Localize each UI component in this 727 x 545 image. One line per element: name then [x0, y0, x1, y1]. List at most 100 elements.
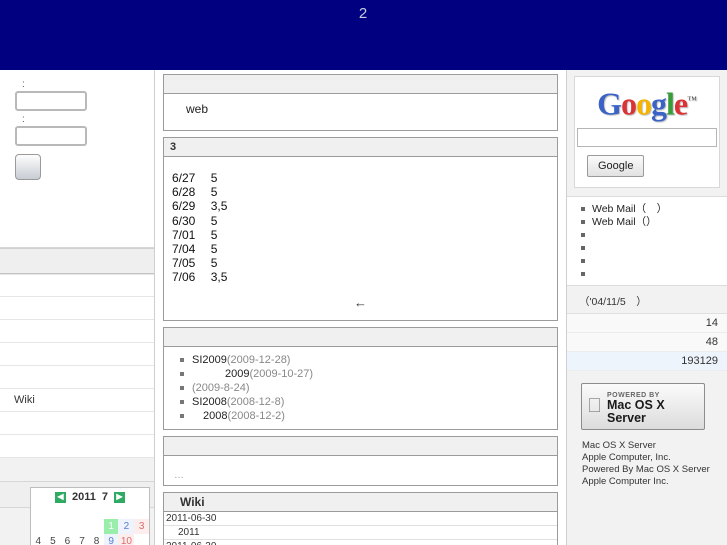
calendar-day: [75, 519, 90, 534]
calendar-year: 2011: [72, 491, 96, 503]
calendar-month: 7: [101, 491, 108, 503]
news-label: 2008: [192, 409, 228, 422]
panel-info: web: [163, 74, 558, 131]
news-label: SI2009: [192, 353, 227, 366]
password-label: :: [22, 114, 25, 125]
sidebar-item[interactable]: [0, 412, 154, 435]
panel-wiki: Wiki 2011-06-30 2011 2011-06-30: [163, 491, 558, 545]
list-item-webmail[interactable]: Web Mail（）: [581, 216, 727, 229]
sidebar-item[interactable]: [0, 274, 154, 297]
schedule-rows: 6/27 5 6/28 5 6/29 3,5 6/30 5 7/01 5 7/0…: [172, 171, 228, 285]
list-item[interactable]: SI2009(2009-12-28): [180, 353, 557, 367]
google-logo-letter: l: [665, 85, 675, 122]
login-submit-button[interactable]: [15, 154, 41, 180]
panel-info-body: web: [186, 102, 209, 116]
panel-misc-title: [164, 436, 557, 456]
wiki-row[interactable]: 2011: [164, 526, 557, 540]
quick-links-note: （'04/11/5 ）: [567, 285, 727, 313]
calendar-day[interactable]: 5: [46, 534, 61, 545]
calendar-next-icon[interactable]: ▶: [114, 491, 125, 503]
panel-news: SI2009(2009-12-28) 2009(2009-10-27) (200…: [163, 326, 558, 430]
calendar-day[interactable]: 6: [60, 534, 75, 545]
panel-schedule: 3 6/27 5 6/28 5 6/29 3,5 6/30 5 7/01 5 7…: [163, 137, 558, 321]
calendar-day[interactable]: 3: [134, 519, 149, 534]
sidebar-item-wiki[interactable]: Wiki: [0, 389, 154, 412]
list-item[interactable]: [581, 268, 727, 281]
news-date: (2009-10-27): [249, 367, 314, 380]
calendar-day: [31, 519, 46, 534]
panel-misc-body: …: [174, 469, 184, 481]
panel-misc: …: [163, 435, 558, 486]
right-sidebar: Google™ Google Web Mail（ ） Web Mail（） （'…: [566, 70, 727, 545]
calendar-weekday: [104, 506, 119, 519]
calendar-weekday-row: [31, 506, 149, 519]
list-item-webmail[interactable]: Web Mail（ ）: [581, 203, 727, 216]
news-date: (2008-12-8): [226, 395, 285, 408]
list-item[interactable]: 2008(2008-12-2): [180, 409, 557, 423]
news-label: SI2008: [192, 395, 227, 408]
google-search-input[interactable]: [577, 127, 717, 147]
page-root: 2 : : Wiki ◀ 2011 7 ▶ 1 2 3 4 5 6 7 8 9 …: [0, 0, 727, 545]
google-logo-letter: o: [620, 85, 637, 122]
access-counter: 14 48 193129: [567, 312, 727, 371]
calendar-weekday: [60, 506, 75, 519]
calendar-day-today[interactable]: 1: [103, 519, 119, 534]
mac-badge-text: POWERED BY Mac OS X Server: [607, 387, 699, 426]
mac-os-x-server-badge[interactable]:  POWERED BY Mac OS X Server: [581, 382, 705, 430]
quick-links-box: Web Mail（ ） Web Mail（）: [567, 195, 727, 286]
list-item[interactable]: [581, 229, 727, 242]
google-search-button[interactable]: Google: [587, 154, 645, 177]
calendar-day[interactable]: 2: [118, 519, 135, 534]
list-item[interactable]: (2009-8-24): [180, 381, 557, 395]
google-search-box: Google™ Google: [574, 76, 720, 188]
wiki-row[interactable]: 2011-06-30: [164, 540, 557, 545]
calendar-day[interactable]: 7: [75, 534, 90, 545]
wiki-row[interactable]: 2011-06-30: [164, 512, 557, 526]
panel-schedule-body: 6/27 5 6/28 5 6/29 3,5 6/30 5 7/01 5 7/0…: [164, 157, 557, 320]
panel-info-title: [164, 75, 557, 94]
panel-news-title: [164, 327, 557, 347]
mac-footer-text: Mac OS X Server Apple Computer, Inc. Pow…: [582, 426, 722, 487]
username-label: :: [22, 79, 25, 90]
mac-product-label: Mac OS X Server: [592, 398, 693, 425]
list-item[interactable]: [581, 242, 727, 255]
list-item[interactable]: [581, 255, 727, 268]
left-sidebar: : : Wiki: [0, 70, 155, 545]
calendar-weekday: [89, 506, 104, 519]
google-logo-letter: e: [673, 85, 688, 122]
apple-logo-icon: : [587, 396, 602, 416]
calendar-day[interactable]: 8: [89, 534, 104, 545]
calendar-week-row: 4 5 6 7 8 9 10: [31, 534, 149, 545]
calendar-grid: 1 2 3 4 5 6 7 8 9 10: [31, 506, 149, 545]
menu-heading: [0, 248, 154, 274]
calendar-prev-icon[interactable]: ◀: [55, 491, 66, 503]
news-label: 2009: [192, 367, 250, 380]
sidebar-item[interactable]: [0, 297, 154, 320]
news-date: (2009-12-28): [226, 353, 291, 366]
calendar-day[interactable]: 10: [118, 534, 135, 545]
site-header: 2: [0, 0, 727, 70]
calendar-day[interactable]: 4: [31, 534, 46, 545]
quick-links-list: Web Mail（ ） Web Mail（）: [567, 203, 727, 281]
panel-schedule-title: 3: [164, 138, 557, 157]
counter-row: 48: [567, 333, 727, 352]
news-date: (2009-8-24): [192, 381, 250, 394]
calendar-week-row: 1 2 3: [31, 519, 149, 534]
list-item[interactable]: SI2008(2008-12-8): [180, 395, 557, 409]
sidebar-item[interactable]: [0, 435, 154, 458]
password-input[interactable]: [15, 126, 87, 146]
calendar-day[interactable]: 9: [103, 534, 119, 545]
back-arrow-icon[interactable]: ←: [164, 285, 557, 318]
username-input[interactable]: [15, 91, 87, 111]
counter-row: 14: [567, 314, 727, 333]
google-logo-letter: G: [597, 85, 622, 122]
sidebar-item[interactable]: [0, 366, 154, 389]
calendar-widget: ◀ 2011 7 ▶ 1 2 3 4 5 6 7 8 9 10: [30, 487, 150, 545]
calendar-weekday: [118, 506, 134, 519]
main-content: web 3 6/27 5 6/28 5 6/29 3,5 6/30 5 7/01…: [155, 70, 566, 545]
list-item[interactable]: 2009(2009-10-27): [180, 367, 557, 381]
google-logo-letter: o: [635, 85, 652, 122]
news-date: (2008-12-2): [227, 409, 285, 422]
sidebar-item[interactable]: [0, 343, 154, 366]
sidebar-item[interactable]: [0, 320, 154, 343]
